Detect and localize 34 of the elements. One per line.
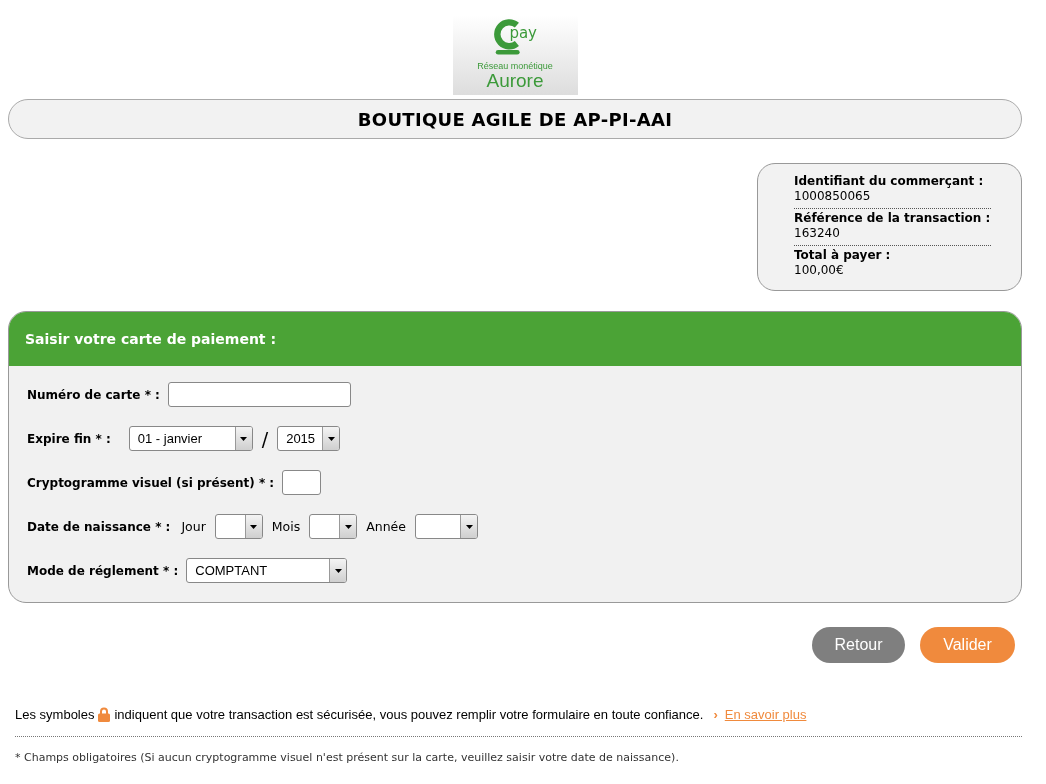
info-value: 100,00€ [794, 263, 845, 278]
date-part-label: Mois [271, 519, 301, 534]
logo-tagline: Réseau monétique [477, 61, 553, 71]
logo-name: Aurore [486, 71, 544, 90]
info-label: Total à payer : [794, 248, 892, 263]
note-text: Les symboles [15, 707, 95, 722]
note-text: indiquent que votre transaction est sécurisée, vous pouvez remplir votre formulaire en toute confiance. [114, 707, 704, 722]
input-field[interactable] [282, 470, 322, 495]
field-label: Date de naissance * : [27, 519, 171, 534]
select-field[interactable] [415, 514, 478, 539]
info-value: 1000850065 [794, 189, 872, 204]
field-label: Mode de réglement * : [27, 563, 179, 578]
select-field[interactable] [309, 514, 358, 539]
field-label: Expire fin * : [27, 431, 111, 446]
input-field[interactable] [167, 382, 351, 407]
select-field[interactable]: COMPTANT [186, 558, 348, 583]
info-label: Identifiant du commerçant : [794, 174, 985, 189]
date-separator: / [261, 427, 269, 450]
date-part-label: Jour [181, 519, 206, 534]
shop-title: BOUTIQUE AGILE DE AP-PI-AAI [357, 108, 673, 130]
info-value: 163240 [794, 226, 841, 241]
field-label: Cryptogramme visuel (si présent) * : [27, 475, 275, 490]
select-field[interactable]: 01 - janvier [128, 426, 253, 451]
back-button[interactable]: Retour [812, 627, 905, 663]
field-label: Numéro de carte * : [27, 387, 160, 402]
info-label: Référence de la transaction : [794, 211, 991, 226]
select-field[interactable]: 2015 [277, 426, 341, 451]
date-part-label: Année [366, 519, 406, 534]
footnote: * Champs obligatoires (Si aucun cryptogramme visuel n'est présent sur la carte, veuillez saisir votre date de naissance). [15, 751, 680, 764]
select-field[interactable] [214, 514, 263, 539]
logo-mark-text: pay [509, 24, 537, 42]
lock-icon [98, 707, 111, 722]
form-title: Saisir votre carte de paiement : [25, 331, 277, 347]
link-marker: › [713, 707, 718, 722]
